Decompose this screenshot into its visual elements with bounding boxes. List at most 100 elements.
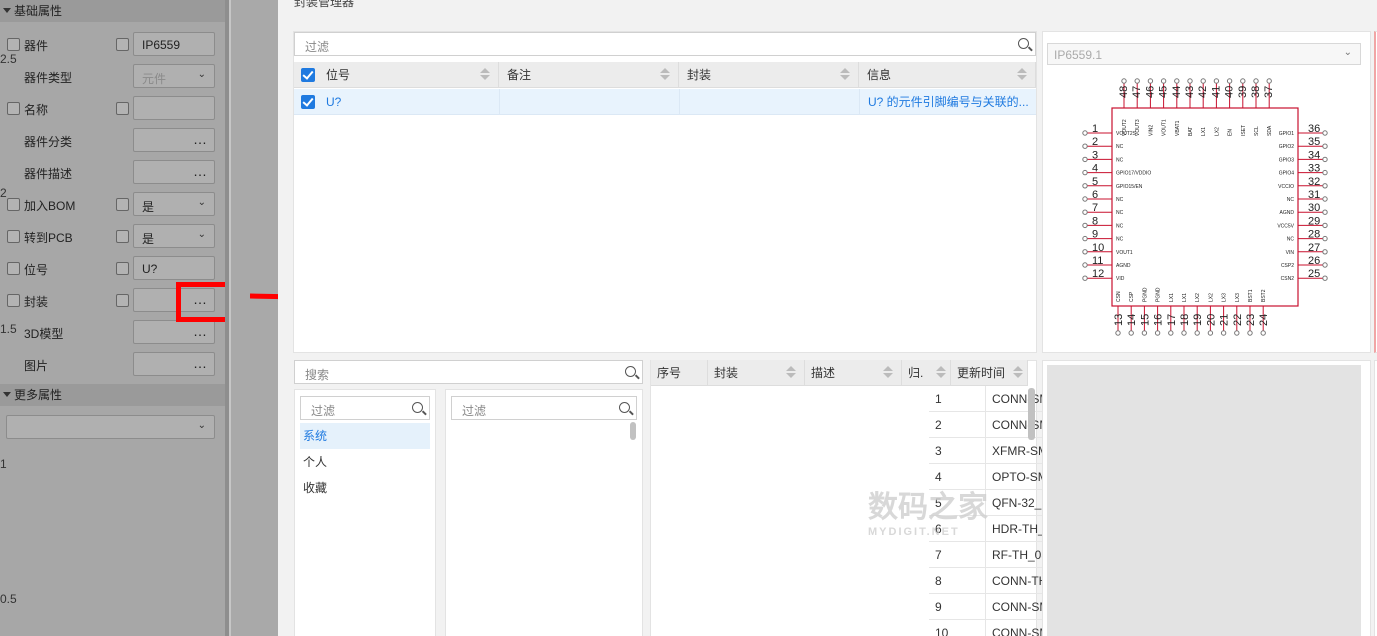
col-header-ref[interactable]: 位号 (318, 62, 499, 88)
sort-icon[interactable] (883, 366, 893, 378)
property-checkbox[interactable] (7, 230, 20, 243)
pin-end (1187, 78, 1193, 84)
row-checkbox[interactable] (301, 95, 315, 109)
col-header-no[interactable]: 序号 (651, 360, 708, 386)
sort-icon[interactable] (1013, 366, 1023, 378)
col-header-footprint[interactable]: 封装 (708, 360, 805, 386)
more-options-icon[interactable]: … (193, 355, 207, 371)
pin-number: 43 (1184, 86, 1196, 98)
filter-input[interactable]: 过滤 (294, 32, 1036, 56)
col-header-desc[interactable]: 描述 (805, 360, 902, 386)
col-header-source[interactable]: 归. (902, 360, 951, 386)
pin-number: 42 (1197, 86, 1209, 98)
value-checkbox[interactable] (116, 38, 129, 51)
property-value-field[interactable]: … (133, 160, 215, 184)
property-row: 转到PCB 是 ⌄ (0, 220, 225, 252)
watermark-subtext: MYDIGIT.NET (868, 526, 960, 538)
pin-end (1260, 330, 1266, 336)
search-input[interactable]: 搜索 (294, 360, 643, 384)
property-value-field[interactable]: U? (133, 256, 215, 280)
value-checkbox[interactable] (116, 262, 129, 275)
property-value-field[interactable] (133, 96, 215, 120)
pin-end (1207, 330, 1214, 336)
property-value-field[interactable]: 元件 ⌄ (133, 64, 215, 88)
pin-end (1322, 209, 1328, 215)
search-icon[interactable] (625, 366, 636, 377)
pin-label: LX3 (1235, 293, 1241, 302)
library-item-personal[interactable]: 个人 (300, 449, 430, 475)
pin-end (1115, 330, 1121, 336)
filter-placeholder: 过滤 (462, 404, 487, 418)
pin-end (1322, 169, 1328, 176)
col-header-updated[interactable]: 更新时间 (951, 360, 1028, 386)
search-icon[interactable] (412, 402, 423, 413)
footprint-table-scrollbar[interactable] (1028, 388, 1035, 440)
pin-number: 22 (1232, 314, 1244, 326)
collapse-icon (3, 8, 11, 13)
pin-label: NC (1116, 210, 1124, 216)
more-options-icon[interactable]: … (193, 323, 207, 339)
chevron-down-icon: ⌄ (197, 420, 206, 431)
category-scrollbar[interactable] (630, 422, 636, 440)
pin-number: 46 (1144, 86, 1156, 98)
search-icon[interactable] (1018, 38, 1029, 49)
pin-label: BST2 (1261, 289, 1267, 302)
symbol-variant-select[interactable]: IP6559.1 ⌄ (1047, 43, 1361, 65)
sort-icon[interactable] (480, 68, 490, 80)
more-options-icon[interactable]: … (193, 163, 207, 179)
property-value-field[interactable]: IP6559 (133, 32, 215, 56)
basic-properties-header[interactable]: 基础属性 (0, 0, 225, 22)
property-row: 名称 (0, 92, 225, 124)
col-header-info[interactable]: 信息 (859, 62, 1036, 88)
property-value-field[interactable]: … (133, 128, 215, 152)
property-value-field[interactable]: … (133, 352, 215, 376)
value-checkbox[interactable] (116, 102, 129, 115)
property-checkbox[interactable] (7, 102, 20, 115)
property-value-field[interactable]: 是 ⌄ (133, 224, 215, 248)
sort-icon[interactable] (660, 68, 670, 80)
category-filter-input[interactable]: 过滤 (451, 396, 637, 420)
property-checkbox[interactable] (7, 294, 20, 307)
pin-number: 11 (1092, 255, 1103, 267)
property-row: 加入BOM 是 ⌄ (0, 188, 225, 220)
property-checkbox[interactable] (7, 262, 20, 275)
sort-icon[interactable] (1017, 68, 1027, 80)
property-value-field[interactable]: 是 ⌄ (133, 192, 215, 216)
value-checkbox[interactable] (116, 294, 129, 307)
more-properties-select[interactable]: ⌄ (6, 415, 215, 439)
cell-info[interactable]: U? 的元件引脚编号与关联的... (859, 89, 1036, 115)
table-row[interactable]: U? U? 的元件引脚编号与关联的... (294, 89, 1036, 115)
sort-icon[interactable] (936, 366, 946, 378)
ruler-tick-label: 2 (0, 186, 7, 200)
schematic-symbol: 48VOUT247VOUT346VIN245VOUT144VBAT143BAT4… (1082, 78, 1328, 336)
property-value: 元件 (142, 72, 167, 86)
pin-number: 23 (1245, 314, 1257, 326)
pin-end (1266, 78, 1272, 84)
pin-number: 40 (1224, 86, 1236, 98)
more-options-icon[interactable]: … (193, 131, 207, 147)
pin-label: LX3 (1222, 293, 1228, 302)
value-checkbox[interactable] (116, 198, 129, 211)
section-title: 基础属性 (14, 4, 63, 18)
sort-icon[interactable] (786, 366, 796, 378)
sort-icon[interactable] (840, 68, 850, 80)
value-checkbox[interactable] (116, 230, 129, 243)
search-icon[interactable] (619, 402, 630, 413)
property-checkbox[interactable] (7, 38, 20, 51)
cell-no: 9 (929, 594, 986, 620)
cell-note (499, 89, 679, 115)
library-filter-input[interactable]: 过滤 (300, 396, 430, 420)
more-properties-header[interactable]: 更多属性 (0, 384, 225, 406)
col-header-note[interactable]: 备注 (499, 62, 679, 88)
col-header-footprint[interactable]: 封装 (679, 62, 859, 88)
pin-number: 45 (1158, 86, 1170, 98)
property-checkbox[interactable] (7, 198, 20, 211)
library-item-system[interactable]: 系统 (300, 423, 430, 449)
property-value: IP6559 (142, 38, 181, 52)
pin-number: 30 (1308, 202, 1320, 214)
pin-label: AGND (1280, 210, 1295, 216)
select-all-checkbox[interactable] (301, 68, 315, 82)
library-item-favorites[interactable]: 收藏 (300, 475, 430, 501)
pin-end (1168, 330, 1174, 336)
property-value-field[interactable]: … (133, 320, 215, 344)
